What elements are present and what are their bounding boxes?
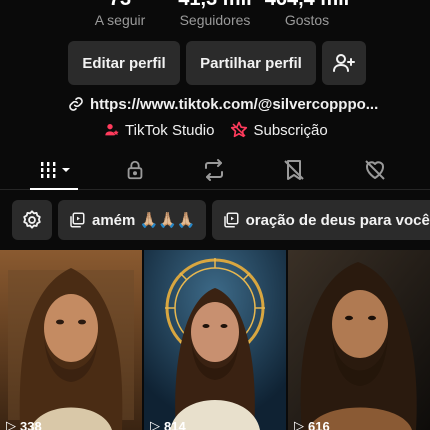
tab-reposts[interactable] (194, 156, 234, 184)
creator-tools: TikTok Studio Subscrição (104, 120, 328, 140)
view-count: ▷ 616 (294, 418, 330, 430)
link-icon (69, 97, 83, 111)
playlist-chip-amem[interactable]: amém 🙏🏼🙏🏼🙏🏼 (58, 200, 206, 240)
playlist-chip-oracao-label: oração de deus para você (245, 211, 430, 229)
video-thumbnail-image (288, 250, 430, 430)
video-thumbnail[interactable]: ▷ 814 (144, 250, 286, 430)
playlist-chip-oracao[interactable]: oração de deus para você (211, 200, 430, 240)
video-thumbnail-image (144, 250, 286, 430)
subscription-link[interactable]: Subscrição (230, 121, 328, 139)
add-friend-button[interactable] (322, 41, 366, 85)
tiktok-studio-link[interactable]: TikTok Studio (104, 122, 214, 139)
tab-videos[interactable] (36, 156, 76, 184)
profile-actions: Editar perfil Partilhar perfil (68, 41, 366, 85)
subscription-label: Subscrição (253, 121, 328, 139)
liked-icon (365, 160, 385, 180)
stat-likes-label: Gostos (284, 12, 330, 28)
play-icon: ▷ (6, 418, 16, 430)
profile-link-text: https://www.tiktok.com/@silvercopppo... (90, 95, 379, 113)
stat-likes-value: 464,4 mil (252, 0, 362, 10)
video-thumbnail-image (0, 250, 142, 430)
playlist-chip-amem-label: amém 🙏🏼🙏🏼🙏🏼 (92, 212, 196, 229)
share-profile-button[interactable]: Partilhar perfil (186, 41, 316, 85)
gear-icon (23, 210, 41, 229)
studio-icon (105, 124, 119, 136)
profile-link[interactable]: https://www.tiktok.com/@silvercopppo... (68, 94, 378, 114)
stat-likes[interactable]: 464,4 mil Gostos (252, 0, 362, 28)
tiktok-studio-label: TikTok Studio (125, 121, 215, 139)
lock-icon (127, 160, 143, 180)
video-grid: ▷ 338 ▷ 814 ▷ 616 (0, 250, 430, 430)
bookmark-icon (284, 160, 304, 180)
view-count-value: 616 (308, 418, 330, 430)
view-count-value: 814 (164, 418, 186, 430)
playlist-icon (70, 212, 85, 228)
play-icon: ▷ (294, 418, 304, 430)
active-tab-indicator (30, 188, 78, 190)
stat-following[interactable]: 73 A seguir (65, 0, 175, 28)
tab-liked[interactable] (355, 156, 395, 184)
add-user-icon (333, 54, 355, 72)
video-thumbnail[interactable]: ▷ 338 (0, 250, 142, 430)
profile-tabs (0, 150, 430, 190)
playlist-settings-button[interactable] (12, 200, 52, 240)
stat-following-label: A seguir (94, 12, 146, 28)
view-count: ▷ 338 (6, 418, 42, 430)
grid-icon (39, 162, 70, 178)
view-count: ▷ 814 (150, 418, 186, 430)
video-thumbnail[interactable]: ▷ 616 (288, 250, 430, 430)
edit-profile-button[interactable]: Editar perfil (68, 41, 180, 85)
stat-following-value: 73 (65, 0, 175, 10)
tab-private[interactable] (115, 156, 155, 184)
tab-favorites[interactable] (274, 156, 314, 184)
profile-stats: 73 A seguir 41,3 mil Seguidores 464,4 mi… (0, 0, 430, 32)
playlist-icon (223, 212, 239, 228)
view-count-value: 338 (20, 418, 42, 430)
repost-icon (205, 159, 223, 181)
play-icon: ▷ (150, 418, 160, 430)
subscription-star-icon (231, 121, 248, 138)
playlist-chips: amém 🙏🏼🙏🏼🙏🏼 oração de deus para você (12, 200, 430, 240)
